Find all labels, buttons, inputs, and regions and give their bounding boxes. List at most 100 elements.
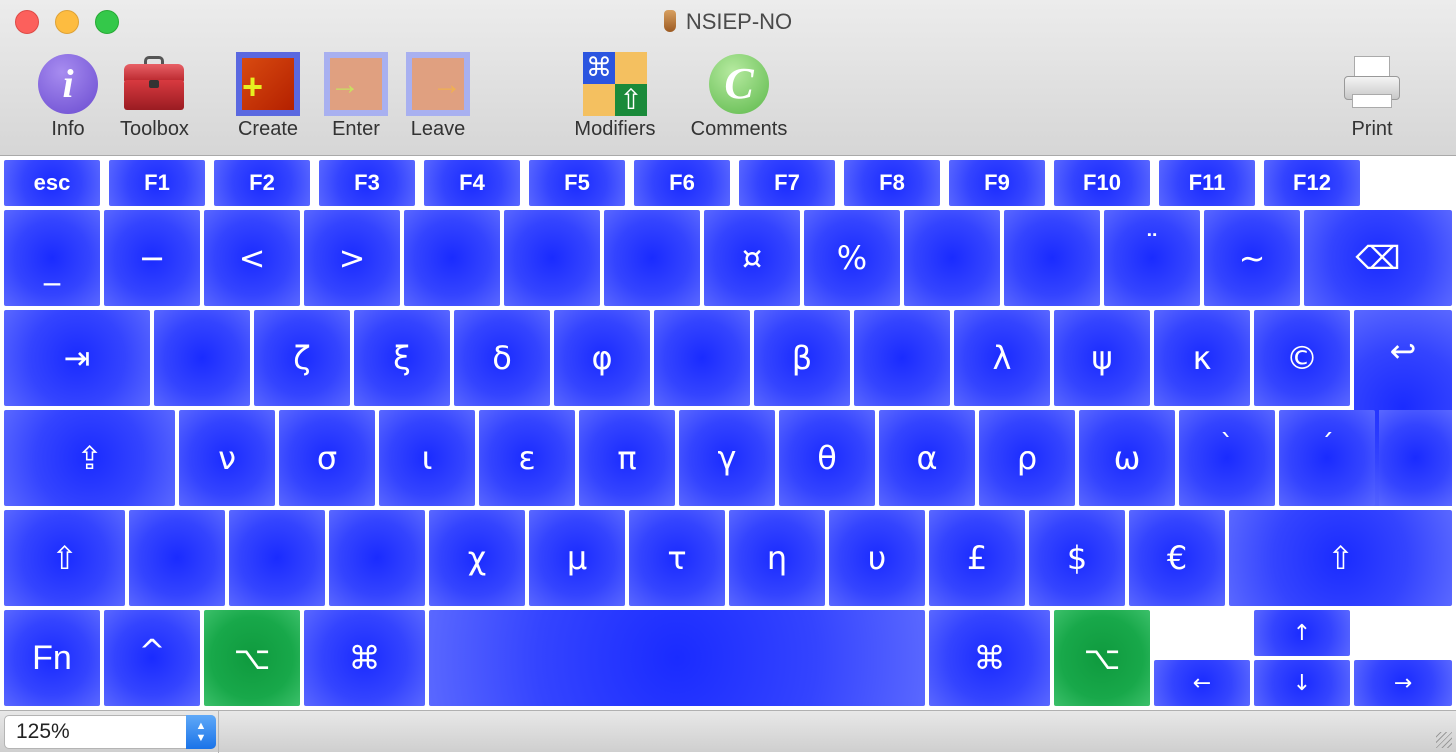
- key-f11[interactable]: F11: [1159, 160, 1255, 206]
- key-alpha[interactable]: α: [879, 410, 975, 506]
- key-zeta[interactable]: ζ: [254, 310, 350, 406]
- right-command-key[interactable]: ⌘: [929, 610, 1050, 706]
- key-number-0[interactable]: [904, 210, 1000, 306]
- leave-button[interactable]: → Leave: [406, 50, 470, 141]
- info-icon: i: [38, 54, 98, 114]
- key-number-6[interactable]: [504, 210, 600, 306]
- key-tilde[interactable]: ~: [1204, 210, 1300, 306]
- key-mu[interactable]: μ: [529, 510, 625, 606]
- key-f6[interactable]: F6: [634, 160, 730, 206]
- key-omega[interactable]: ω: [1079, 410, 1175, 506]
- left-shift-key[interactable]: ⇧: [4, 510, 125, 606]
- key-dollar[interactable]: $: [1029, 510, 1125, 606]
- key-delta[interactable]: δ: [454, 310, 550, 406]
- key-iota[interactable]: ι: [379, 410, 475, 506]
- print-button[interactable]: Print: [1340, 50, 1404, 141]
- space-bar[interactable]: [429, 610, 925, 706]
- left-command-key[interactable]: ⌘: [304, 610, 425, 706]
- key-acute[interactable]: ´: [1279, 410, 1375, 506]
- caps-lock-key[interactable]: ⇪: [4, 410, 175, 506]
- key-f10[interactable]: F10: [1054, 160, 1150, 206]
- key-number-5[interactable]: [404, 210, 500, 306]
- key-bottom-3[interactable]: [329, 510, 425, 606]
- zoom-select[interactable]: 125% ▲ ▼: [4, 715, 216, 749]
- print-label: Print: [1351, 118, 1393, 140]
- down-arrow-key[interactable]: ↓: [1254, 660, 1350, 706]
- key-top-8[interactable]: [854, 310, 950, 406]
- backspace-key[interactable]: ⌫: [1304, 210, 1452, 306]
- key-kappa[interactable]: κ: [1154, 310, 1250, 406]
- status-divider: [218, 711, 219, 753]
- key-upsilon[interactable]: υ: [829, 510, 925, 606]
- key-esc[interactable]: esc: [4, 160, 100, 206]
- key-theta[interactable]: θ: [779, 410, 875, 506]
- key-sigma[interactable]: σ: [279, 410, 375, 506]
- printer-icon: [1340, 50, 1404, 116]
- status-bar: 125% ▲ ▼: [0, 710, 1456, 753]
- enter-label: Enter: [332, 118, 380, 140]
- key-f5[interactable]: F5: [529, 160, 625, 206]
- key-underscore[interactable]: _: [4, 210, 100, 306]
- key-euro[interactable]: €: [1129, 510, 1225, 606]
- key-pound[interactable]: £: [929, 510, 1025, 606]
- key-gamma[interactable]: γ: [679, 410, 775, 506]
- key-f4[interactable]: F4: [424, 160, 520, 206]
- modifiers-label: Modifiers: [574, 118, 656, 140]
- left-arrow-key[interactable]: ←: [1154, 660, 1250, 706]
- resize-grip-icon[interactable]: [1436, 732, 1452, 748]
- control-key[interactable]: ^: [104, 610, 200, 706]
- key-pi[interactable]: π: [579, 410, 675, 506]
- key-bottom-1[interactable]: [129, 510, 225, 606]
- key-rho[interactable]: ρ: [979, 410, 1075, 506]
- key-currency[interactable]: ¤: [704, 210, 800, 306]
- key-chi[interactable]: χ: [429, 510, 525, 606]
- key-top-1[interactable]: [154, 310, 250, 406]
- key-lambda[interactable]: λ: [954, 310, 1050, 406]
- key-grave[interactable]: `: [1179, 410, 1275, 506]
- key-f1[interactable]: F1: [109, 160, 205, 206]
- modifiers-button[interactable]: ⌘ ⇧ Modifiers: [566, 50, 664, 141]
- key-f2[interactable]: F2: [214, 160, 310, 206]
- key-f9[interactable]: F9: [949, 160, 1045, 206]
- key-psi[interactable]: ψ: [1054, 310, 1150, 406]
- up-arrow-key[interactable]: ↑: [1254, 610, 1350, 656]
- key-f12[interactable]: F12: [1264, 160, 1360, 206]
- key-f8[interactable]: F8: [844, 160, 940, 206]
- key-number-7[interactable]: [604, 210, 700, 306]
- key-top-6[interactable]: [654, 310, 750, 406]
- key-minus[interactable]: −: [104, 210, 200, 306]
- key-f3[interactable]: F3: [319, 160, 415, 206]
- info-button[interactable]: i Info: [36, 50, 100, 141]
- right-arrow-key[interactable]: →: [1354, 660, 1452, 706]
- key-eta[interactable]: η: [729, 510, 825, 606]
- key-epsilon[interactable]: ε: [479, 410, 575, 506]
- key-nu[interactable]: ν: [179, 410, 275, 506]
- return-key-lower[interactable]: [1379, 410, 1452, 506]
- right-option-key[interactable]: ⌥: [1054, 610, 1150, 706]
- enter-state-icon: →: [324, 50, 388, 116]
- toolbox-button[interactable]: Toolbox: [120, 50, 189, 141]
- fn-key[interactable]: Fn: [4, 610, 100, 706]
- comments-icon: C: [709, 54, 769, 114]
- key-beta[interactable]: β: [754, 310, 850, 406]
- key-phi[interactable]: φ: [554, 310, 650, 406]
- comments-button[interactable]: C Comments: [682, 50, 796, 141]
- key-number-11[interactable]: [1004, 210, 1100, 306]
- key-percent[interactable]: %: [804, 210, 900, 306]
- right-shift-key[interactable]: ⇧: [1229, 510, 1452, 606]
- enter-button[interactable]: → Enter: [324, 50, 388, 141]
- create-state-icon: +: [236, 50, 300, 116]
- key-xi[interactable]: ξ: [354, 310, 450, 406]
- key-greater-than[interactable]: >: [304, 210, 400, 306]
- zoom-stepper-icon[interactable]: ▲ ▼: [186, 715, 216, 749]
- key-diaeresis[interactable]: ¨: [1104, 210, 1200, 306]
- key-bottom-2[interactable]: [229, 510, 325, 606]
- key-f7[interactable]: F7: [739, 160, 835, 206]
- create-button[interactable]: + Create: [236, 50, 300, 141]
- key-tau[interactable]: τ: [629, 510, 725, 606]
- key-copyright[interactable]: ©: [1254, 310, 1350, 406]
- info-label: Info: [51, 118, 85, 140]
- tab-key[interactable]: ⇥: [4, 310, 150, 406]
- left-option-key[interactable]: ⌥: [204, 610, 300, 706]
- key-less-than[interactable]: <: [204, 210, 300, 306]
